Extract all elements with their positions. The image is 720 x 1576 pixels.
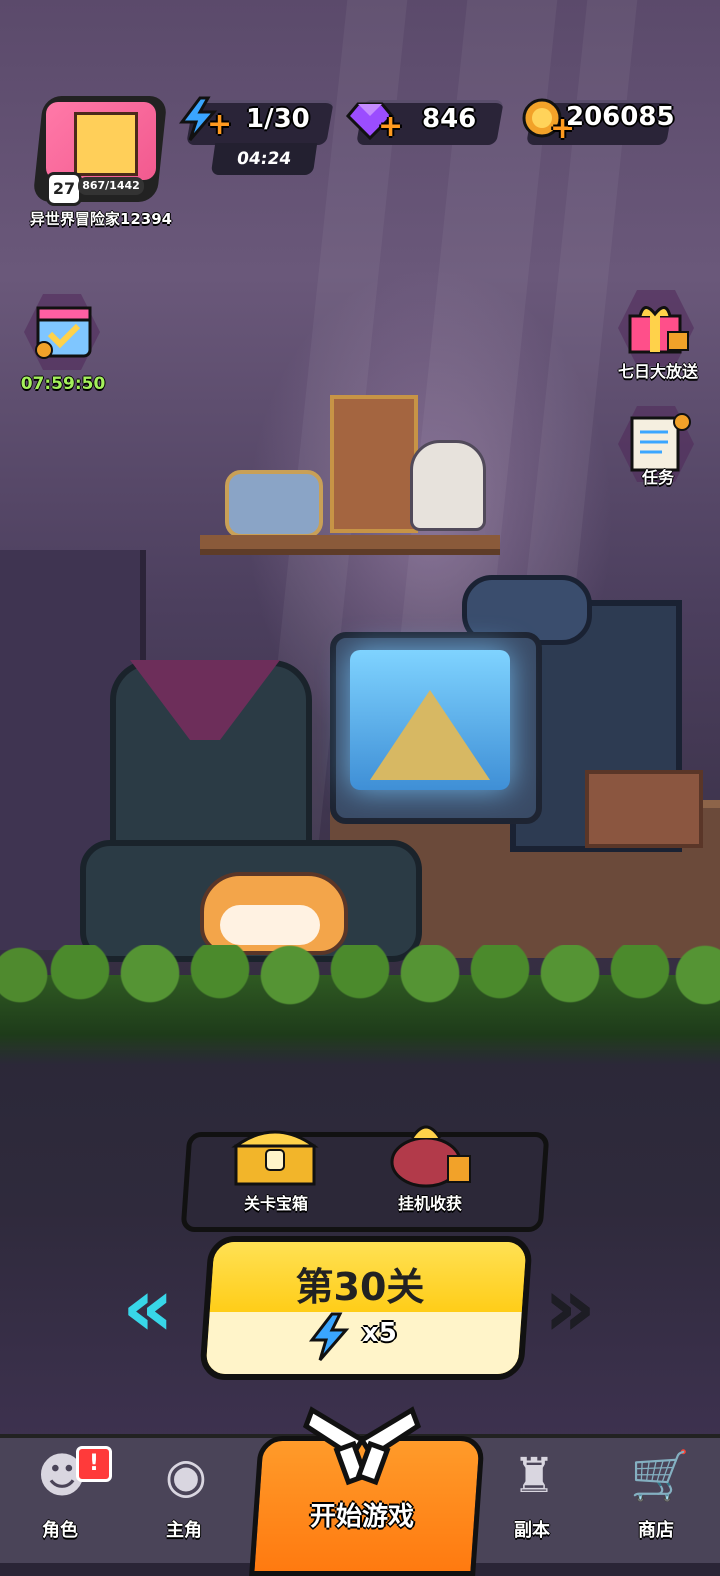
level-badge: 27 [46,172,82,206]
nav-hero[interactable]: ◉ 主角 [124,1434,244,1559]
seven-day-label: 七日大放送 [617,362,698,381]
gem-count: 846 [422,104,477,134]
xp-text: 867/1442 [78,177,144,195]
chicken-figure [410,440,486,531]
checkin-timer: 07:59:50 [20,374,106,394]
shrine [330,395,418,533]
castle-icon: ♜ [512,1448,556,1504]
energy-count: 1/30 [246,104,310,134]
avatar-face [74,112,138,176]
chest-label[interactable]: 关卡宝箱 [216,1190,336,1214]
stage-cost: x5 [362,1318,397,1348]
bread-box [585,770,703,848]
idle-label[interactable]: 挂机收获 [370,1190,490,1214]
coin-count: 206085 [566,102,675,132]
chest-icon[interactable] [230,1122,320,1188]
cart-icon: 🛒 [630,1448,690,1504]
loot-bag-icon[interactable] [388,1112,474,1188]
chevron-left-icon[interactable]: « [118,1268,178,1348]
start-game-label: 开始游戏 [309,1502,414,1532]
gift-icon [628,306,689,354]
crossed-guns-icon[interactable] [302,1390,422,1490]
gem-plus-icon[interactable]: + [378,112,403,142]
energy-timer: 04:24 [210,143,318,175]
player-name: 异世界冒险家12394 [29,210,173,228]
lightning-icon [308,1312,350,1361]
notification-badge: ! [76,1446,112,1482]
stage-title: 第30关 [295,1265,425,1309]
nav-hero-label: 主角 [166,1520,202,1541]
tasks-label: 任务 [641,468,674,487]
dog-belly [220,905,320,945]
nav-dungeon[interactable]: ♜ 副本 [472,1434,592,1559]
avatar[interactable] [46,102,156,180]
chevron-right-icon[interactable]: » [540,1268,600,1348]
wall-shelf [200,535,500,555]
energy-plus-icon[interactable]: + [207,110,232,140]
fish-tank [225,470,323,538]
calendar-check-icon [35,306,92,359]
nav-characters-label: 角色 [42,1520,78,1541]
nav-shop-label: 商店 [638,1520,674,1541]
nav-dungeon-label: 副本 [514,1520,550,1541]
scroll-icon [630,413,691,472]
hero-icon: ◉ [165,1448,207,1504]
nav-shop[interactable]: 🛒 商店 [596,1434,716,1559]
bushes [0,945,720,1065]
